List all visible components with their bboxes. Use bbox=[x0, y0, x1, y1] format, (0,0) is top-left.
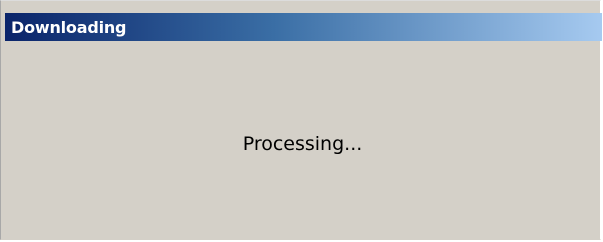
status-message: Processing... bbox=[242, 133, 363, 155]
window-title: Downloading bbox=[11, 17, 127, 37]
title-bar[interactable]: Downloading bbox=[5, 13, 602, 41]
progress-dialog: Downloading Processing... bbox=[0, 0, 602, 240]
